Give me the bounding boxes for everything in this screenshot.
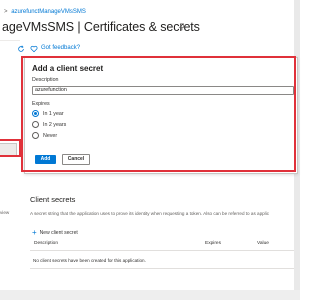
new-client-secret-label: New client secret — [39, 229, 78, 236]
column-header-value: Value — [257, 241, 269, 246]
feedback-link[interactable]: Got feedback? — [41, 45, 80, 51]
highlight-box-dialog — [21, 56, 296, 172]
column-header-description: Description — [34, 241, 58, 246]
client-secrets-description: A secret string that the application use… — [30, 211, 270, 216]
page-title: ageVMsSMS | Certificates & secrets — [2, 20, 200, 34]
truncated-left-text: view — [0, 210, 10, 215]
breadcrumb: > azurefunctManageVMsSMS — [2, 9, 86, 15]
breadcrumb-separator: > — [4, 9, 8, 15]
screenshot-frame-bottom — [0, 290, 300, 300]
table-divider — [30, 268, 294, 269]
column-header-expires: Expires — [205, 241, 221, 246]
heart-feedback-icon[interactable] — [30, 45, 38, 53]
new-client-secret-button[interactable]: + New client secret — [32, 228, 78, 237]
refresh-icon[interactable] — [17, 45, 25, 53]
table-header: Description Expires Value — [30, 240, 294, 249]
highlight-box-sidebar — [0, 139, 21, 157]
empty-state-message: No client secrets have been created for … — [33, 258, 146, 263]
plus-icon: + — [32, 227, 37, 237]
client-secrets-heading: Client secrets — [30, 195, 76, 204]
table-divider — [30, 250, 294, 251]
pin-icon[interactable] — [178, 23, 186, 31]
toolbar-divider — [0, 40, 20, 41]
breadcrumb-link-app[interactable]: azurefunctManageVMsSMS — [11, 9, 86, 15]
